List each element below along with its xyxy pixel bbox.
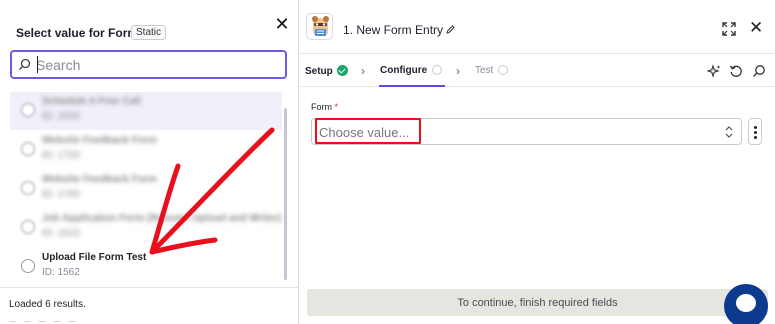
search-icon [19,58,31,70]
item-id: ID: 1720 [42,150,80,161]
chevron-right-icon: › [456,64,460,78]
search-icon[interactable] [752,64,766,78]
text-cursor [37,56,38,73]
item-id: ID: 2033 [42,111,80,122]
radio-button[interactable] [21,259,35,273]
item-name: Upload File Form Test [42,252,147,263]
search-field[interactable] [10,50,287,79]
close-icon[interactable]: ✕ [274,15,290,33]
app-root: Select value for Form Static ✕ Schedule … [0,0,775,324]
results-list: Schedule A Free Call ID: 2033 Website Fe… [10,92,282,287]
panel-title: Select value for Form [16,26,139,40]
form-field-label: Form * [311,102,338,112]
status-circle-icon [432,65,443,75]
sparkle-icon[interactable] [707,64,721,78]
list-scrollbar[interactable] [284,108,287,280]
static-badge[interactable]: Static [131,25,167,40]
close-icon[interactable]: ✕ [749,19,763,36]
step-editor-panel: 1. New Form Entry ✕ Setup › Configure › … [298,0,775,324]
required-mark: * [334,102,339,112]
radio-button[interactable] [21,181,35,195]
list-item[interactable]: Website Feedback Form ID: 1720 [10,131,282,169]
item-name: Website Feedback Form [42,135,157,146]
item-name: Website Feedback Form [42,174,157,185]
form-select[interactable]: Choose value... [311,118,742,145]
tab-test[interactable]: Test [475,65,509,76]
check-circle-icon [336,65,348,76]
step-header: 1. New Form Entry ✕ [299,0,775,54]
tab-setup[interactable]: Setup [305,65,348,77]
continue-button[interactable]: To continue, finish required fields [307,289,768,316]
radio-button[interactable] [21,103,35,117]
list-item[interactable]: Job Application Form (Resume Upload and … [10,209,282,247]
chevron-updown-icon [725,126,733,138]
results-count: Loaded 6 results. [9,299,86,310]
status-circle-icon [498,65,509,75]
expand-icon[interactable] [722,22,736,36]
step-title: 1. New Form Entry [343,23,444,37]
more-vertical-icon[interactable] [748,118,762,145]
chat-icon[interactable] [724,284,768,324]
item-id: ID: 1562 [42,267,80,278]
list-item[interactable]: Upload File Form Test ID: 1562 [10,248,282,286]
refresh-icon[interactable] [729,64,743,78]
tab-label: Setup [305,66,333,77]
select-placeholder: Choose value... [319,125,410,140]
value-picker-panel: Select value for Form Static ✕ Schedule … [0,0,300,324]
label-text: Form [311,102,332,112]
radio-button[interactable] [21,142,35,156]
divider [0,287,300,288]
radio-button[interactable] [21,220,35,234]
item-name: Schedule A Free Call [42,96,141,107]
continue-text: To continue, finish required fields [457,297,618,309]
active-tab-indicator [379,85,445,87]
chevron-right-icon: › [361,64,365,78]
app-logo-icon [306,13,333,40]
tab-label: Test [475,65,494,76]
list-item[interactable]: Schedule A Free Call ID: 2033 [10,92,282,130]
footer-dots: — — — — — [9,318,79,324]
item-name: Job Application Form (Resume Upload and … [42,213,282,224]
pencil-icon[interactable] [445,24,456,35]
item-id: ID: 1700 [42,189,80,200]
list-item[interactable]: Website Feedback Form ID: 1700 [10,170,282,208]
step-tabs: Setup › Configure › Test [299,55,775,87]
search-input[interactable] [36,55,281,74]
tab-label: Configure [380,65,428,76]
tab-configure[interactable]: Configure [380,65,443,76]
chat-bubble-shape [736,294,756,312]
item-id: ID: 1510 [42,228,80,239]
